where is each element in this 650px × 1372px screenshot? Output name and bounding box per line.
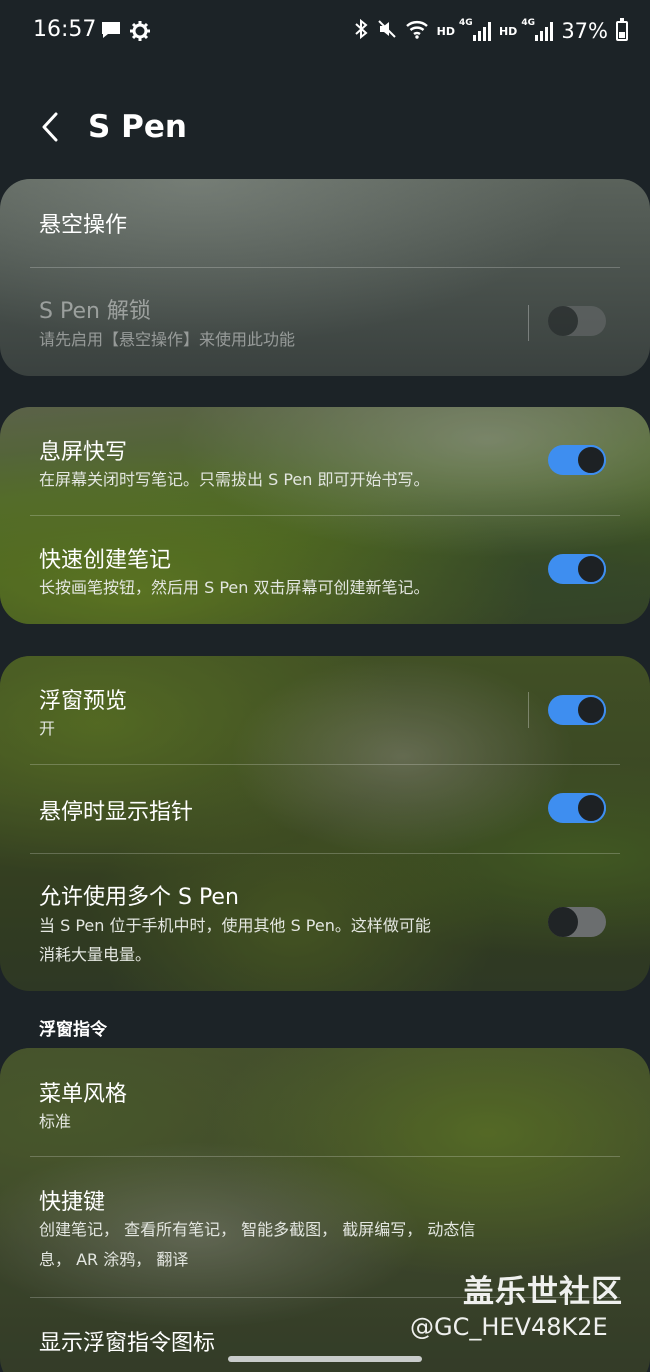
menu-style-row[interactable]: 菜单风格 标准 [0, 1048, 650, 1156]
air-action-title: 悬空操作 [39, 213, 128, 238]
network-type-2: 4G [521, 18, 535, 28]
spen-unlock-subtitle: 请先启用【悬空操作】来使用此功能 [39, 330, 296, 349]
preview-settings-card: 浮窗预览 开 悬停时显示指针 允许使用多个 S Pen 当 S Pen 位于手机… [0, 656, 650, 991]
quick-note-toggle[interactable] [548, 554, 606, 584]
screen-off-memo-row[interactable]: 息屏快写 在屏幕关闭时写笔记。只需拔出 S Pen 即可开始书写。 [0, 407, 650, 515]
spen-unlock-row[interactable]: S Pen 解锁 请先启用【悬空操作】来使用此功能 [0, 268, 650, 376]
pointer-row[interactable]: 悬停时显示指针 [0, 765, 650, 853]
multiple-spen-title: 允许使用多个 S Pen [39, 885, 239, 910]
battery-icon [616, 18, 628, 41]
show-air-command-icon-title: 显示浮窗指令图标 [39, 1331, 216, 1356]
watermark-title: 盖乐世社区 [463, 1274, 623, 1310]
screen-off-memo-title: 息屏快写 [39, 440, 128, 465]
hd-label-2: HD [498, 24, 518, 38]
message-icon [100, 20, 122, 44]
back-button[interactable] [30, 107, 70, 151]
spen-unlock-toggle[interactable] [548, 306, 606, 336]
spen-settings-screen: 16:57 HD 4G HD 4G 37% S Pen 悬空操作 S Pen 解… [0, 0, 650, 1372]
hover-settings-card: 悬空操作 S Pen 解锁 请先启用【悬空操作】来使用此功能 [0, 179, 650, 376]
air-command-section-header: 浮窗指令 [39, 1020, 107, 1040]
air-action-row[interactable]: 悬空操作 [0, 179, 650, 267]
pointer-toggle[interactable] [548, 793, 606, 823]
settings-gear-icon [129, 20, 151, 46]
page-title: S Pen [88, 109, 187, 145]
shortcuts-subtitle-line2: 息， AR 涂鸦， 翻译 [39, 1250, 189, 1269]
menu-style-value: 标准 [39, 1112, 72, 1131]
quick-note-title: 快速创建笔记 [39, 548, 172, 573]
multiple-spen-subtitle-line2: 消耗大量电量。 [39, 945, 152, 964]
hd-label-1: HD [436, 24, 455, 38]
home-indicator[interactable] [228, 1356, 422, 1362]
quick-note-subtitle: 长按画笔按钮，然后用 S Pen 双击屏幕可创建新笔记。 [39, 578, 430, 597]
multiple-spen-toggle[interactable] [548, 907, 606, 937]
spen-unlock-title: S Pen 解锁 [39, 299, 151, 324]
pointer-title: 悬停时显示指针 [39, 800, 194, 825]
air-view-title: 浮窗预览 [39, 689, 128, 714]
menu-style-title: 菜单风格 [39, 1082, 128, 1107]
signal-icon: 4G [521, 18, 554, 41]
air-view-toggle[interactable] [548, 695, 606, 725]
signal-icon: 4G [459, 18, 491, 41]
battery-percentage: 37% [561, 19, 608, 43]
network-type-1: 4G [458, 18, 473, 28]
status-icons: HD 4G HD 4G 37% [353, 14, 628, 48]
quick-note-row[interactable]: 快速创建笔记 长按画笔按钮，然后用 S Pen 双击屏幕可创建新笔记。 [0, 516, 650, 624]
screen-off-memo-subtitle: 在屏幕关闭时写笔记。只需拔出 S Pen 即可开始书写。 [39, 470, 430, 489]
vertical-separator [528, 305, 529, 341]
screen-off-memo-toggle[interactable] [548, 445, 606, 475]
app-header: S Pen [0, 95, 650, 165]
back-arrow-icon [40, 111, 60, 147]
vertical-separator [528, 692, 529, 728]
bluetooth-icon [353, 18, 369, 44]
shortcuts-subtitle-line1: 创建笔记， 查看所有笔记， 智能多截图， 截屏编写， 动态信 [39, 1220, 476, 1239]
status-bar: 16:57 HD 4G HD 4G 37% [0, 0, 650, 62]
multiple-spen-subtitle-line1: 当 S Pen 位于手机中时，使用其他 S Pen。这样做可能 [39, 916, 431, 935]
air-view-status: 开 [39, 719, 56, 738]
notes-settings-card: 息屏快写 在屏幕关闭时写笔记。只需拔出 S Pen 即可开始书写。 快速创建笔记… [0, 407, 650, 624]
watermark-id: @GC_HEV48K2E [410, 1313, 608, 1341]
multiple-spen-row[interactable]: 允许使用多个 S Pen 当 S Pen 位于手机中时，使用其他 S Pen。这… [0, 854, 650, 991]
mute-icon [377, 19, 397, 43]
air-view-row[interactable]: 浮窗预览 开 [0, 656, 650, 764]
wifi-icon [405, 19, 429, 43]
status-time: 16:57 [33, 17, 97, 42]
shortcuts-title: 快捷键 [39, 1190, 106, 1215]
